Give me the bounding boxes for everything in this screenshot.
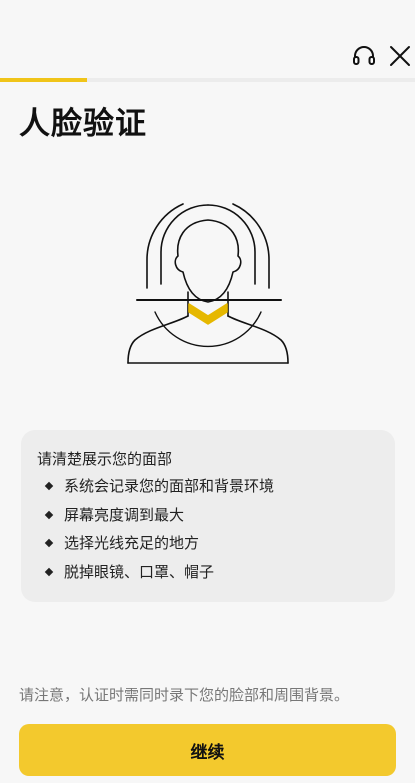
face-verification-page: 人脸验证 请清楚展示您的面部 系统会记录您的面部和背景环境 屏幕亮度调到最大 选… [0,0,415,783]
bullet-icon [44,539,54,548]
recording-notice: 请注意，认证时需同时录下您的脸部和周围背景。 [19,686,350,704]
instruction-heading: 请清楚展示您的面部 [37,450,173,468]
instruction-card: 请清楚展示您的面部 系统会记录您的面部和背景环境 屏幕亮度调到最大 选择光线充足… [21,430,395,602]
list-item: 脱掉眼镜、口罩、帽子 [44,562,274,591]
instruction-text: 选择光线充足的地方 [64,534,200,553]
list-item: 系统会记录您的面部和背景环境 [44,476,275,505]
face-scan-icon [125,200,291,370]
bullet-icon [44,481,54,491]
instruction-text: 脱掉眼镜、口罩、帽子 [64,563,215,582]
top-bar [0,0,415,78]
headset-icon[interactable] [350,42,378,70]
list-item: 屏幕亮度调到最大 [44,505,274,534]
progress-bar [0,78,415,82]
close-icon[interactable] [386,42,414,70]
progress-fill [0,78,88,82]
list-item: 选择光线充足的地方 [44,533,274,562]
bullet-icon [44,567,54,577]
continue-button[interactable]: 继续 [19,724,396,776]
page-title: 人脸验证 [19,106,147,142]
instruction-list: 系统会记录您的面部和背景环境 屏幕亮度调到最大 选择光线充足的地方 脱掉眼镜、口… [44,476,275,591]
bullet-icon [44,510,54,519]
instruction-text: 系统会记录您的面部和背景环境 [64,477,275,495]
instruction-text: 屏幕亮度调到最大 [64,505,185,524]
